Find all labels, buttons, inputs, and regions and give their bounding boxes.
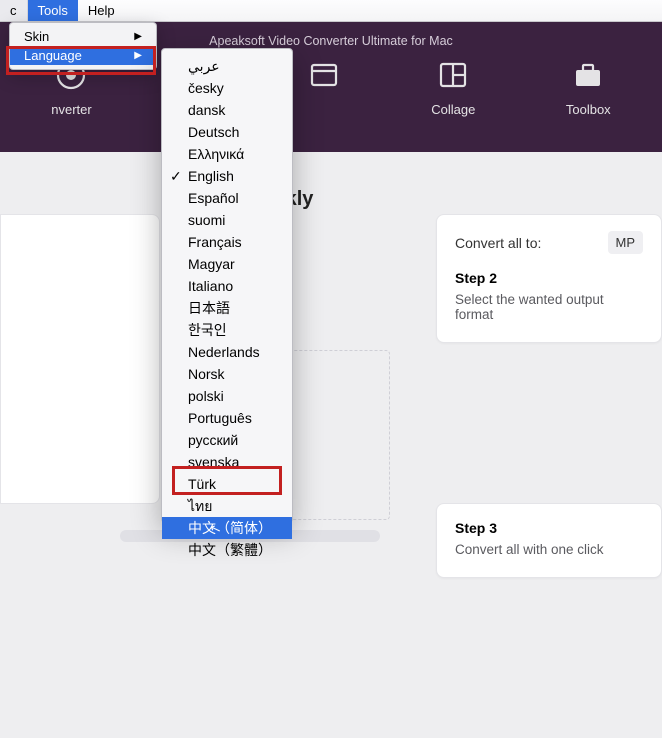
language-option[interactable]: English <box>162 165 292 187</box>
content-area: tarted Quickly <box>0 152 662 211</box>
language-option[interactable]: Türk <box>162 473 292 495</box>
cursor-icon: ↖ <box>207 518 224 541</box>
left-panel-card <box>0 214 160 504</box>
language-option[interactable]: dansk <box>162 99 292 121</box>
right-cards-column: Convert all to: MP Step 2 Select the wan… <box>436 214 662 738</box>
language-option[interactable]: Norsk <box>162 363 292 385</box>
tab-label: Toolbox <box>566 102 611 117</box>
output-format-button[interactable]: MP <box>608 231 644 254</box>
tab-collage[interactable]: Collage <box>431 58 475 117</box>
language-option[interactable]: suomi <box>162 209 292 231</box>
language-option[interactable]: ไทย <box>162 495 292 517</box>
language-option[interactable]: Français <box>162 231 292 253</box>
chevron-right-icon: ▶ <box>134 31 142 42</box>
submenu-language[interactable]: Language ▶ <box>10 46 156 65</box>
menu-help[interactable]: Help <box>78 0 125 21</box>
menu-prev-partial[interactable]: c <box>0 0 28 21</box>
language-option[interactable]: polski <box>162 385 292 407</box>
language-option[interactable]: عربي <box>162 55 292 77</box>
menu-tools[interactable]: Tools <box>28 0 78 21</box>
language-option[interactable]: 中文（简体）↖ <box>162 517 292 539</box>
tab-mv[interactable] <box>307 58 341 117</box>
card-convert-step2: Convert all to: MP Step 2 Select the wan… <box>436 214 662 343</box>
step3-desc: Convert all with one click <box>455 542 643 557</box>
language-option[interactable]: svenska <box>162 451 292 473</box>
language-option[interactable]: 中文（繁體） <box>162 539 292 561</box>
step3-title: Step 3 <box>455 520 643 536</box>
language-option[interactable]: Italiano <box>162 275 292 297</box>
language-option[interactable]: Nederlands <box>162 341 292 363</box>
language-option[interactable]: русский <box>162 429 292 451</box>
language-option[interactable]: česky <box>162 77 292 99</box>
submenu-skin-label: Skin <box>24 29 49 44</box>
language-option[interactable]: Español <box>162 187 292 209</box>
language-option[interactable]: 日本語 <box>162 297 292 319</box>
language-option[interactable]: Português <box>162 407 292 429</box>
step2-title: Step 2 <box>455 270 643 286</box>
toolbox-icon <box>571 58 605 92</box>
language-option[interactable]: Ελληνικά <box>162 143 292 165</box>
frame-icon <box>307 58 341 92</box>
collage-icon <box>436 58 470 92</box>
chevron-right-icon: ▶ <box>134 50 142 61</box>
tab-label: Collage <box>431 102 475 117</box>
submenu-language-label: Language <box>24 48 82 63</box>
tools-submenu: Skin ▶ Language ▶ <box>9 22 157 70</box>
step2-desc: Select the wanted output format <box>455 292 643 322</box>
convert-all-label: Convert all to: <box>455 235 541 251</box>
card-step3: Step 3 Convert all with one click <box>436 503 662 578</box>
language-submenu: عربيčeskydanskDeutschΕλληνικάEnglishEspa… <box>161 48 293 523</box>
tab-toolbox[interactable]: Toolbox <box>566 58 611 117</box>
submenu-skin[interactable]: Skin ▶ <box>10 27 156 46</box>
tab-label: nverter <box>51 102 91 117</box>
language-option[interactable]: Magyar <box>162 253 292 275</box>
language-option[interactable]: Deutsch <box>162 121 292 143</box>
language-option[interactable]: 한국인 <box>162 319 292 341</box>
menubar: c Tools Help <box>0 0 662 22</box>
